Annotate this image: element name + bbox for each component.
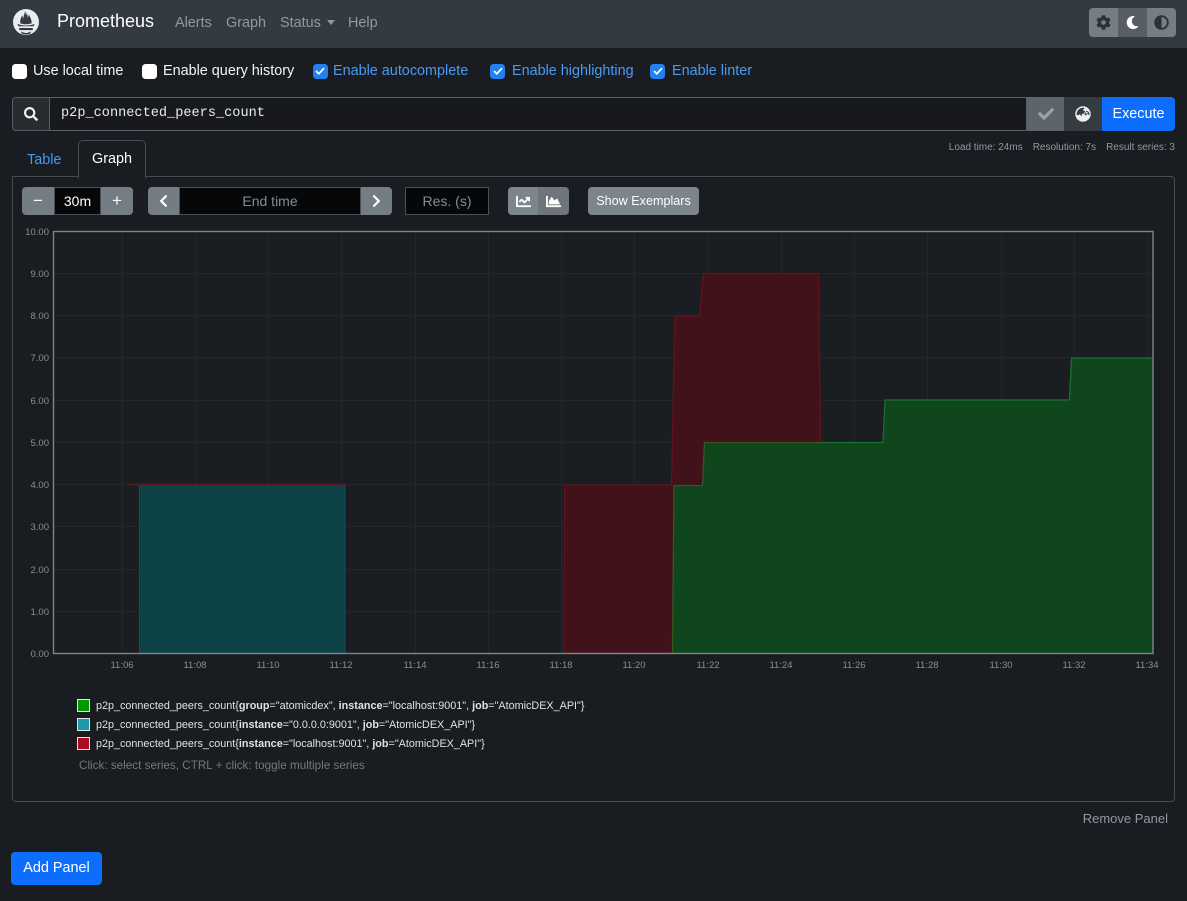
svg-text:9.00: 9.00 — [31, 269, 50, 280]
svg-text:0.00: 0.00 — [31, 649, 50, 660]
svg-text:11:06: 11:06 — [110, 660, 133, 671]
svg-text:11:26: 11:26 — [842, 660, 865, 671]
svg-text:5.00: 5.00 — [31, 438, 50, 449]
svg-text:11:22: 11:22 — [696, 660, 719, 671]
svg-text:1.00: 1.00 — [31, 607, 50, 618]
svg-text:11:16: 11:16 — [476, 660, 499, 671]
svg-text:11:30: 11:30 — [989, 660, 1012, 671]
svg-text:11:34: 11:34 — [1135, 660, 1158, 671]
svg-text:6.00: 6.00 — [31, 396, 50, 407]
svg-text:11:18: 11:18 — [549, 660, 572, 671]
svg-text:11:20: 11:20 — [622, 660, 645, 671]
svg-text:3.00: 3.00 — [31, 522, 50, 533]
svg-text:7.00: 7.00 — [31, 353, 50, 364]
svg-text:11:32: 11:32 — [1062, 660, 1085, 671]
svg-text:11:12: 11:12 — [329, 660, 352, 671]
svg-text:11:08: 11:08 — [183, 660, 206, 671]
svg-text:10.00: 10.00 — [25, 227, 49, 238]
svg-text:2.00: 2.00 — [31, 565, 50, 576]
svg-text:11:14: 11:14 — [403, 660, 426, 671]
svg-text:8.00: 8.00 — [31, 311, 50, 322]
svg-text:11:10: 11:10 — [256, 660, 279, 671]
svg-text:11:24: 11:24 — [769, 660, 792, 671]
svg-text:4.00: 4.00 — [31, 480, 50, 491]
svg-text:11:28: 11:28 — [915, 660, 938, 671]
